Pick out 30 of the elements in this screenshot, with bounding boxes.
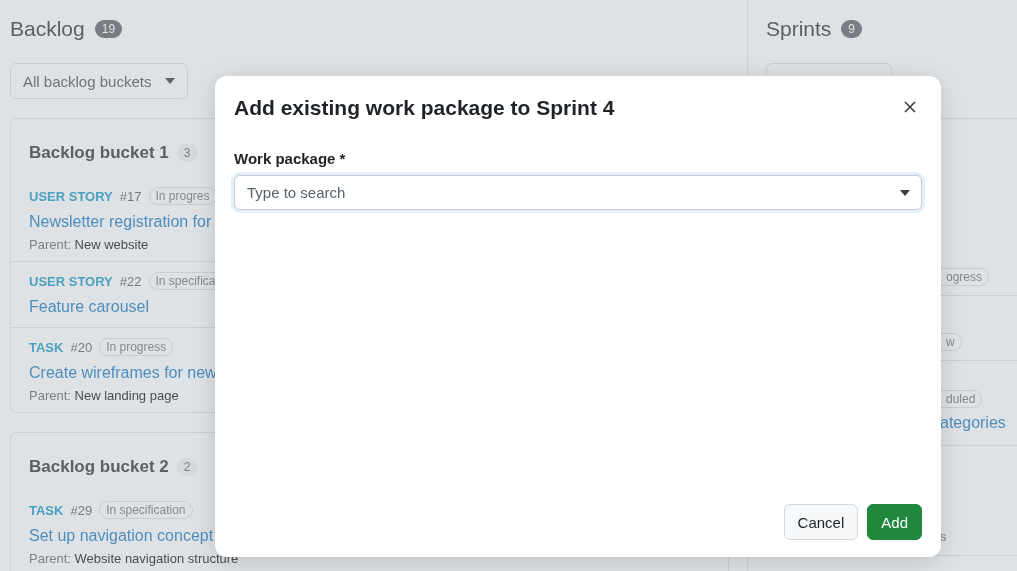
cancel-button[interactable]: Cancel xyxy=(783,504,859,540)
caret-icon xyxy=(900,190,910,196)
type-label: USER STORY xyxy=(29,273,113,289)
parent-text: Parent: New website xyxy=(29,237,150,253)
search-field[interactable]: Type to search xyxy=(234,175,922,210)
count-badge: 2 xyxy=(176,458,198,476)
column-title: Sprints xyxy=(766,17,832,41)
parent-text: Parent: New landing page xyxy=(29,388,180,404)
add-button[interactable]: Add xyxy=(867,504,922,540)
bucket-filter-dropdown[interactable]: All backlog buckets xyxy=(10,63,189,99)
item-id: #22 xyxy=(119,273,142,289)
item-id: #17 xyxy=(119,188,142,204)
bucket-title: Backlog bucket 1 xyxy=(29,143,169,163)
item-link[interactable]: ategories xyxy=(940,411,1017,435)
parent-text: Parent: Website navigation structure xyxy=(29,551,240,567)
count-badge: 9 xyxy=(841,20,863,38)
item-text: s xyxy=(940,529,948,545)
count-badge: 19 xyxy=(94,20,123,38)
caret-icon xyxy=(165,78,176,84)
type-label: TASK xyxy=(29,502,64,518)
column-title: Backlog xyxy=(10,17,85,41)
bucket-title: Backlog bucket 2 xyxy=(29,457,169,477)
dialog-title: Add existing work package to Sprint 4 xyxy=(234,96,615,120)
type-label: USER STORY xyxy=(29,188,113,204)
close-icon xyxy=(904,101,916,113)
item-id: #29 xyxy=(70,502,93,518)
item-id: #20 xyxy=(70,339,93,355)
field-label: Work package * xyxy=(234,150,347,167)
count-badge: 3 xyxy=(176,144,198,162)
type-label: TASK xyxy=(29,339,64,355)
